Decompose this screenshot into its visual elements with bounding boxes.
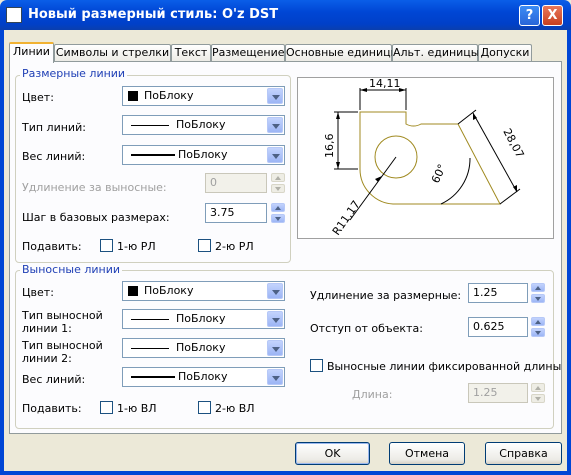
- ext-offset-field[interactable]: 0.625: [468, 317, 528, 337]
- suppress-dim-line-2-label: 2-ю РЛ: [215, 240, 254, 253]
- suppress-ext-line-1-label: 1-ю ВЛ: [117, 402, 157, 415]
- dim-suppress-label: Подавить:: [22, 240, 82, 253]
- window-frame-right: [567, 30, 571, 475]
- help-button[interactable]: Справка: [485, 442, 562, 465]
- line-sample: [131, 319, 169, 320]
- suppress-ext-line-2-label: 2-ю ВЛ: [215, 402, 255, 415]
- dim-extend-label: Удлинение за выносные:: [22, 181, 167, 194]
- ext-length-field[interactable]: 1.25: [468, 383, 528, 403]
- ext-linetype2-select[interactable]: ПоБлоку: [122, 338, 285, 358]
- preview-pane: 14,11 16,6 28,07 60° R11,17: [297, 77, 554, 239]
- spin-up-icon[interactable]: [271, 173, 285, 182]
- ext-lineweight-select[interactable]: ПоБлоку: [122, 367, 285, 387]
- tab-primary-units[interactable]: Основные единицы: [285, 44, 399, 61]
- spin-down-icon[interactable]: [271, 184, 285, 193]
- dim-color-value: ПоБлоку: [144, 89, 194, 102]
- ext-linetype1-label-a: Тип выносной: [22, 309, 103, 322]
- ext-color-select[interactable]: ПоБлоку: [122, 281, 285, 301]
- help-title-button[interactable]: ?: [519, 5, 540, 26]
- app-icon: [6, 7, 22, 23]
- ext-color-label: Цвет:: [22, 286, 54, 299]
- arrowheads: [336, 88, 517, 192]
- dim-linetype-value: ПоБлоку: [176, 118, 226, 131]
- ext-linetype1-label-b: линии 1:: [22, 322, 72, 335]
- color-swatch: [128, 286, 138, 296]
- preview-dim-left: 16,6: [323, 134, 336, 159]
- ok-button[interactable]: OK: [295, 442, 370, 465]
- ext-lineweight-value: ПоБлоку: [178, 370, 228, 383]
- ext-suppress-label: Подавить:: [22, 402, 82, 415]
- tab-lines[interactable]: Линии: [9, 42, 54, 63]
- ext-extend-label: Удлинение за размерные:: [310, 289, 462, 302]
- dim-lineweight-select[interactable]: ПоБлоку: [122, 145, 285, 165]
- ext-linetype2-label-b: линии 2:: [22, 352, 72, 365]
- fixed-length-checkbox[interactable]: [310, 359, 323, 372]
- window-frame-left: [0, 30, 4, 475]
- line-sample: [131, 348, 169, 349]
- tab-tolerances[interactable]: Допуски: [478, 44, 532, 61]
- dim-color-select[interactable]: ПоБлоку: [122, 86, 285, 106]
- spin-down-icon[interactable]: [531, 394, 545, 403]
- spin-up-icon[interactable]: [531, 317, 545, 326]
- chevron-down-icon[interactable]: [267, 88, 283, 104]
- tab-symbols-arrows[interactable]: Символы и стрелки: [54, 44, 171, 61]
- suppress-dim-line-1-checkbox[interactable]: [100, 239, 113, 252]
- ext-linetype2-value: ПоБлоку: [176, 341, 226, 354]
- chevron-down-icon[interactable]: [267, 369, 283, 385]
- preview-dim-radius: R11,17: [330, 198, 363, 238]
- tab-fit[interactable]: Размещение: [211, 44, 285, 61]
- ext-color-value: ПоБлоку: [144, 284, 194, 297]
- spin-down-icon[interactable]: [531, 328, 545, 337]
- dim-lineweight-value: ПоБлоку: [178, 148, 228, 161]
- cancel-button[interactable]: Отмена: [389, 442, 465, 465]
- ext-extend-field[interactable]: 1.25: [468, 283, 528, 303]
- dim-baseline-field[interactable]: 3.75: [205, 203, 267, 223]
- dim-lineweight-label: Вес линий:: [22, 150, 86, 163]
- line-sample: [131, 376, 175, 378]
- window-frame-bottom: [0, 471, 571, 475]
- suppress-ext-line-2-checkbox[interactable]: [198, 401, 211, 414]
- line-sample: [131, 125, 169, 126]
- dim-linetype-label: Тип линий:: [22, 121, 86, 134]
- line-sample: [131, 154, 175, 156]
- preview-dim-right: 28,07: [500, 126, 526, 160]
- ext-linetype2-label-a: Тип выносной: [22, 339, 103, 352]
- spin-up-icon[interactable]: [271, 203, 285, 212]
- tab-alternate-units[interactable]: Альт. единицы: [392, 44, 479, 61]
- suppress-dim-line-1-label: 1-ю РЛ: [117, 240, 156, 253]
- chevron-down-icon[interactable]: [267, 340, 283, 356]
- suppress-ext-line-1-checkbox[interactable]: [100, 401, 113, 414]
- preview-dim-angle: 60°: [429, 162, 449, 185]
- ext-linetype1-value: ПоБлоку: [176, 312, 226, 325]
- dim-linetype-select[interactable]: ПоБлоку: [122, 115, 285, 135]
- chevron-down-icon[interactable]: [267, 117, 283, 133]
- chevron-down-icon[interactable]: [267, 147, 283, 163]
- spin-down-icon[interactable]: [531, 294, 545, 303]
- preview-drawing: 14,11 16,6 28,07 60° R11,17: [323, 77, 527, 238]
- part-outline: [359, 111, 501, 205]
- ext-lines-group-title: Выносные линии: [20, 263, 123, 276]
- chevron-down-icon[interactable]: [267, 283, 283, 299]
- dim-extend-field[interactable]: 0: [205, 173, 267, 193]
- color-swatch: [128, 91, 138, 101]
- dim-baseline-label: Шаг в базовых размерах:: [22, 211, 170, 224]
- ext-linetype1-select[interactable]: ПоБлоку: [122, 309, 285, 329]
- fixed-length-label: Выносные линии фиксированной длины: [327, 360, 562, 373]
- dim-color-label: Цвет:: [22, 91, 54, 104]
- title-bar: Новый размерный стиль: O'z DST ? X: [0, 0, 571, 30]
- chevron-down-icon[interactable]: [267, 311, 283, 327]
- ext-length-label: Длина:: [352, 388, 393, 401]
- ext-offset-label: Отступ от объекта:: [310, 322, 423, 335]
- dim-lines-group-title: Размерные линии: [20, 67, 128, 80]
- suppress-dim-line-2-checkbox[interactable]: [198, 239, 211, 252]
- close-button[interactable]: X: [542, 5, 563, 26]
- spin-up-icon[interactable]: [531, 383, 545, 392]
- preview-dim-top: 14,11: [369, 78, 401, 90]
- spin-up-icon[interactable]: [531, 283, 545, 292]
- ext-lineweight-label: Вес линий:: [22, 373, 86, 386]
- window-title: Новый размерный стиль: O'z DST: [28, 7, 279, 22]
- spin-down-icon[interactable]: [271, 214, 285, 223]
- dimension-lines: [334, 88, 521, 221]
- tab-text[interactable]: Текст: [171, 44, 211, 61]
